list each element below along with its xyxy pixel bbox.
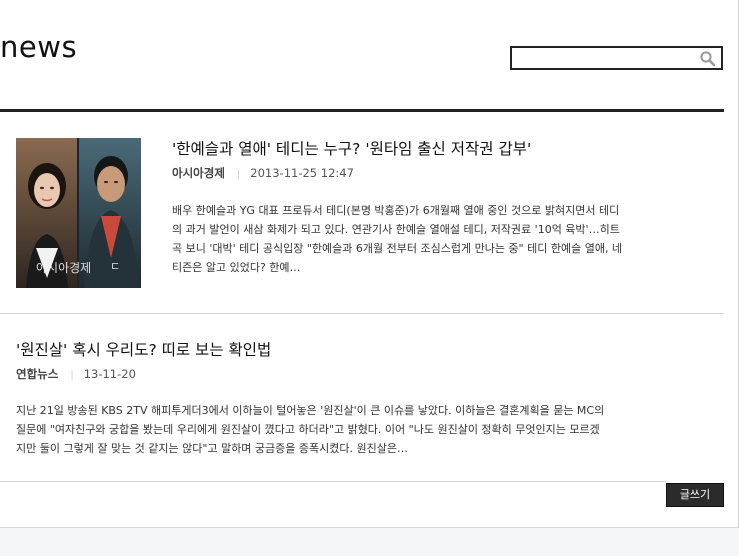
search-box xyxy=(510,46,723,70)
meta-separator: | xyxy=(70,370,74,381)
write-button[interactable]: 글쓰기 xyxy=(666,483,724,507)
article-source: 연합뉴스 xyxy=(16,367,59,381)
summary-line: 배우 한예슬과 YG 대표 프로듀서 테디(본명 박홍준)가 6개월째 열애 중… xyxy=(172,204,620,217)
article-date: 13-11-20 xyxy=(83,367,136,381)
svg-text:아시아경제: 아시아경제 xyxy=(36,261,91,275)
article-thumbnail[interactable]: 아시아경제 ㄷ xyxy=(16,138,141,288)
summary-line: 질문에 "여자친구와 궁합을 봤는데 우리에게 원진살이 꼈다고 하더라"고 밝… xyxy=(16,423,600,436)
summary-line: 지만 둘이 그렇게 잘 맞는 것 같지는 않다"고 말하며 궁금증을 증폭시켰다… xyxy=(16,442,408,455)
summary-line: 지난 21일 방송된 KBS 2TV 해피투게더3에서 이하늘이 털어놓은 '원… xyxy=(16,404,605,417)
search-input[interactable] xyxy=(516,50,696,66)
meta-separator: | xyxy=(236,169,241,180)
article-summary[interactable]: 배우 한예슬과 YG 대표 프로듀서 테디(본명 박홍준)가 6개월째 열애 중… xyxy=(172,201,717,277)
article-title[interactable]: '원진살' 혹시 우리도? 띠로 보는 확인법 xyxy=(16,338,271,360)
summary-line: 티즌은 알고 있었다? 한예… xyxy=(172,261,301,274)
board-panel: news 아시아경제 ㄷ '한예슬과 열애' 테디는 누구? '원타임 출신 저… xyxy=(0,0,739,528)
article-meta: 연합뉴스 | 13-11-20 xyxy=(16,366,136,382)
page-title: news xyxy=(0,30,78,64)
article-meta: 아시아경제 | 2013-11-25 12:47 xyxy=(172,165,354,181)
article-divider xyxy=(0,313,724,314)
header-rule xyxy=(0,109,724,112)
summary-line: 의 과거 발언이 새삼 화제가 되고 있다. 연관기사 한예슬 열애설 테디, … xyxy=(172,223,620,236)
summary-line: 곡 보니 '대박' 테디 공식입장 "한예슬과 6개월 전부터 조심스럽게 만나… xyxy=(172,242,623,255)
article-source: 아시아경제 xyxy=(172,166,225,180)
article-date: 2013-11-25 12:47 xyxy=(250,166,354,180)
svg-text:ㄷ: ㄷ xyxy=(110,260,120,273)
article-title[interactable]: '한예슬과 열애' 테디는 누구? '원타임 출신 저작권 갑부' xyxy=(172,137,531,159)
list-bottom-divider xyxy=(0,481,666,482)
article-summary[interactable]: 지난 21일 방송된 KBS 2TV 해피투게더3에서 이하늘이 털어놓은 '원… xyxy=(16,401,724,458)
search-icon[interactable] xyxy=(699,50,717,67)
